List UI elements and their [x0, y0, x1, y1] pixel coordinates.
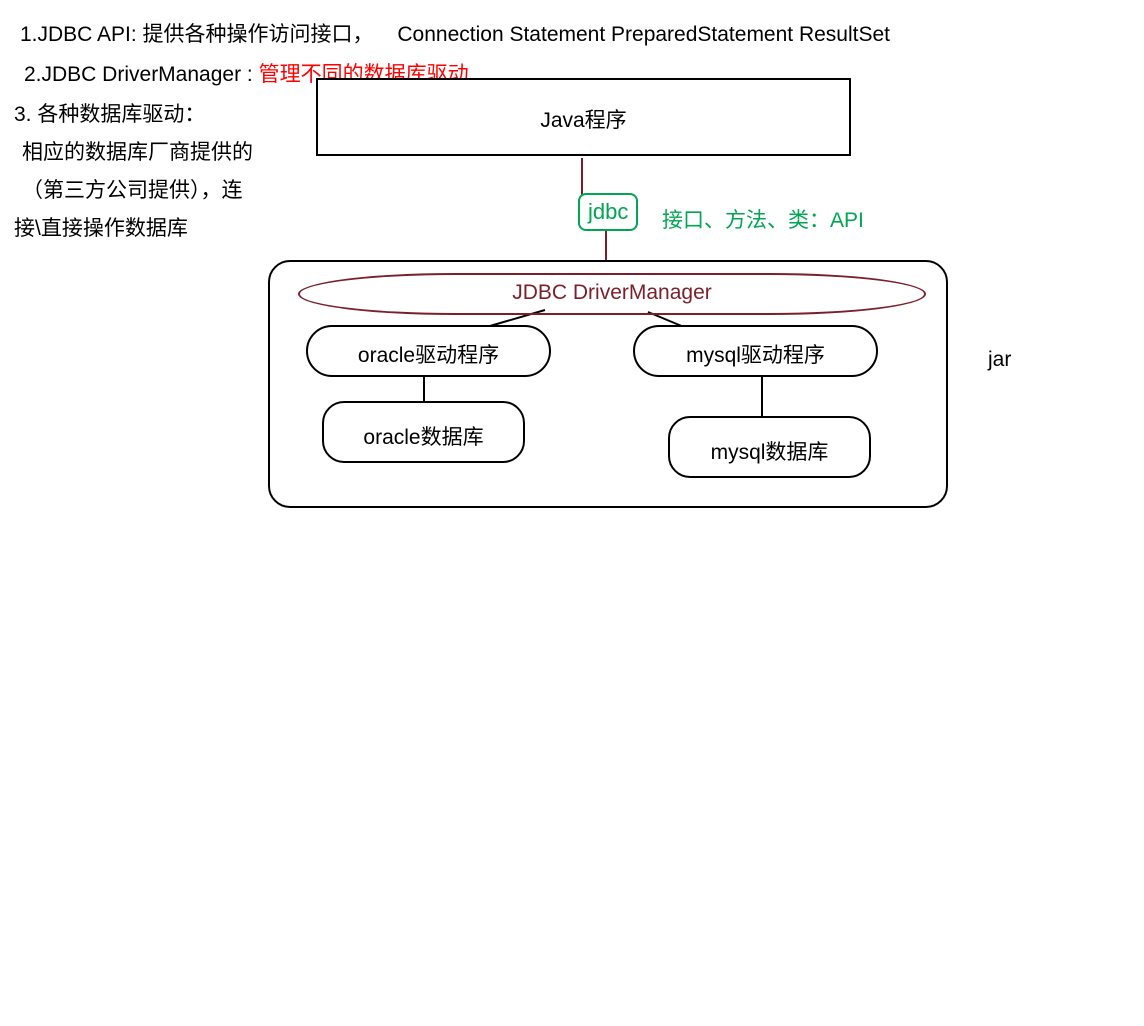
- mysql-db-label: mysql数据库: [711, 436, 829, 466]
- oracle-db-box: oracle数据库: [322, 401, 525, 463]
- oracle-driver-label: oracle驱动程序: [358, 339, 499, 369]
- mysql-db-box: mysql数据库: [668, 416, 871, 478]
- oracle-driver-box: oracle驱动程序: [306, 325, 551, 377]
- drivermanager-label: JDBC DriverManager: [512, 281, 712, 305]
- jdbc-badge-label: jdbc: [588, 199, 628, 224]
- jar-label: jar: [988, 348, 1011, 372]
- oracle-db-label: oracle数据库: [363, 421, 483, 451]
- api-text: 接口、方法、类：API: [662, 204, 864, 234]
- connectors: [0, 0, 1144, 1026]
- mysql-driver-label: mysql驱动程序: [686, 339, 825, 369]
- drivermanager-oval: JDBC DriverManager: [298, 273, 926, 315]
- jdbc-badge: jdbc: [578, 193, 638, 231]
- mysql-driver-box: mysql驱动程序: [633, 325, 878, 377]
